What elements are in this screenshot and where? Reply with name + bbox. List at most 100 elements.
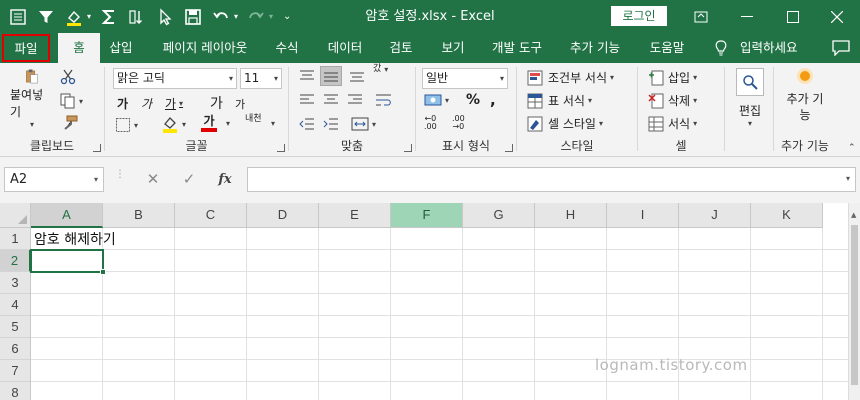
- tab-help[interactable]: 도움말: [640, 33, 694, 63]
- redo-dropdown-icon[interactable]: ▾: [269, 12, 273, 21]
- orientation-button[interactable]: 갔 ▾: [373, 65, 388, 75]
- tab-developer[interactable]: 개발 도구: [484, 33, 550, 63]
- scroll-up-icon[interactable]: ▲: [851, 211, 856, 219]
- align-right-icon[interactable]: [347, 93, 363, 107]
- align-top-icon[interactable]: [299, 69, 315, 83]
- tab-review[interactable]: 검토: [380, 33, 422, 63]
- confirm-entry-icon[interactable]: ✓: [178, 169, 200, 189]
- close-icon[interactable]: [814, 0, 860, 33]
- tab-insert[interactable]: 삽입: [100, 33, 142, 63]
- cell-styles-button[interactable]: 셀 스타일 ▾: [527, 115, 603, 132]
- tab-data[interactable]: 데이터: [318, 33, 372, 63]
- insert-function-button[interactable]: fx: [214, 169, 236, 189]
- increase-decimal-icon[interactable]: ←0.00: [424, 115, 437, 131]
- fill-color-button[interactable]: ▾: [161, 115, 186, 133]
- tell-me-search[interactable]: 입력하세요: [714, 33, 798, 63]
- chevron-down-icon[interactable]: ▾: [226, 119, 230, 128]
- row-header-5[interactable]: 5: [0, 316, 31, 338]
- font-color-button[interactable]: 가: [201, 114, 217, 132]
- undo-dropdown-icon[interactable]: ▾: [234, 12, 238, 21]
- decrease-decimal-icon[interactable]: .00 →0: [452, 115, 465, 131]
- filter-icon[interactable]: [34, 5, 58, 29]
- percent-style-icon[interactable]: %: [466, 92, 480, 108]
- column-header-i[interactable]: I: [607, 203, 679, 228]
- select-all-button[interactable]: [0, 203, 31, 228]
- customize-qat-icon[interactable]: ⌄: [283, 11, 291, 22]
- align-left-icon[interactable]: [299, 93, 315, 107]
- cut-button[interactable]: [60, 69, 76, 85]
- editing-button[interactable]: 편집 ▾: [733, 68, 767, 138]
- column-header-j[interactable]: J: [679, 203, 751, 228]
- tab-page-layout[interactable]: 페이지 레이아웃: [150, 33, 260, 63]
- active-cell-a2[interactable]: [30, 249, 104, 273]
- column-header-d[interactable]: D: [247, 203, 319, 228]
- column-header-f[interactable]: F: [391, 203, 463, 228]
- tab-addins[interactable]: 추가 기능: [562, 33, 628, 63]
- decrease-font-size-button[interactable]: 가: [235, 96, 245, 112]
- delete-cells-button[interactable]: 삭제 ▾: [648, 92, 697, 109]
- fill-handle[interactable]: [100, 269, 106, 275]
- column-header-a[interactable]: A: [31, 203, 103, 228]
- name-box[interactable]: A2 ▾: [4, 167, 104, 192]
- tab-formulas[interactable]: 수식: [266, 33, 308, 63]
- fill-color-icon[interactable]: [62, 5, 86, 29]
- underline-button[interactable]: 가 ▾: [165, 95, 183, 112]
- number-format-select[interactable]: 일반 ▾: [422, 68, 508, 89]
- row-header-2[interactable]: 2: [0, 250, 31, 272]
- tab-home[interactable]: 홈: [58, 33, 100, 63]
- align-bottom-icon[interactable]: [349, 69, 365, 83]
- row-header-3[interactable]: 3: [0, 272, 31, 294]
- chevron-down-icon[interactable]: ▾: [87, 12, 91, 21]
- copy-button[interactable]: ▾: [60, 93, 83, 109]
- cancel-entry-icon[interactable]: ✕: [142, 169, 164, 189]
- redo-icon[interactable]: [244, 5, 268, 29]
- insert-cells-button[interactable]: 삽입 ▾: [648, 69, 697, 86]
- accounting-format-button[interactable]: ▾: [424, 93, 449, 107]
- format-cells-button[interactable]: 서식 ▾: [648, 115, 697, 132]
- chevron-down-icon[interactable]: ▾: [846, 174, 850, 183]
- comma-style-icon[interactable]: ,: [490, 91, 496, 109]
- formula-bar-splitter[interactable]: ⋮: [115, 170, 125, 180]
- column-header-k[interactable]: K: [751, 203, 823, 228]
- save-icon[interactable]: [181, 5, 205, 29]
- collapse-ribbon-icon[interactable]: ⌃: [848, 143, 856, 153]
- italic-button[interactable]: 가: [141, 95, 152, 112]
- chevron-down-icon[interactable]: ▾: [271, 119, 275, 128]
- phonetic-guide-button[interactable]: 내천: [245, 115, 262, 124]
- column-header-g[interactable]: G: [463, 203, 535, 228]
- align-middle-button[interactable]: [320, 66, 342, 86]
- number-dialog-launcher-icon[interactable]: [505, 144, 513, 152]
- row-header-6[interactable]: 6: [0, 338, 31, 360]
- tab-file[interactable]: 파일: [2, 34, 50, 62]
- column-header-b[interactable]: B: [103, 203, 175, 228]
- row-header-4[interactable]: 4: [0, 294, 31, 316]
- maximize-icon[interactable]: [770, 0, 816, 33]
- merge-center-button[interactable]: ▾: [351, 116, 376, 132]
- autosum-icon[interactable]: [97, 5, 121, 29]
- borders-button[interactable]: ▾: [115, 117, 138, 133]
- sort-icon[interactable]: [125, 5, 149, 29]
- increase-indent-icon[interactable]: [323, 117, 339, 131]
- font-dialog-launcher-icon[interactable]: [277, 144, 285, 152]
- cell-a1[interactable]: 암호 해제하기: [34, 229, 116, 251]
- font-name-select[interactable]: 맑은 고딕 ▾: [113, 68, 237, 89]
- scrollbar-thumb[interactable]: [851, 225, 858, 385]
- increase-font-size-button[interactable]: 가: [210, 93, 223, 113]
- addins-button[interactable]: 추가 기능: [774, 71, 836, 123]
- conditional-formatting-button[interactable]: 조건부 서식 ▾: [527, 69, 614, 86]
- row-header-7[interactable]: 7: [0, 360, 31, 382]
- login-button[interactable]: 로그인: [611, 6, 667, 26]
- clipboard-dialog-launcher-icon[interactable]: [93, 144, 101, 152]
- ribbon-display-options-icon[interactable]: [678, 0, 724, 33]
- form-icon[interactable]: [6, 5, 30, 29]
- column-header-e[interactable]: E: [319, 203, 391, 228]
- vertical-scrollbar[interactable]: ▲: [848, 203, 860, 400]
- bold-button[interactable]: 가: [117, 95, 128, 112]
- formula-input[interactable]: ▾: [247, 167, 856, 192]
- row-header-1[interactable]: 1: [0, 228, 31, 250]
- select-pointer-icon[interactable]: [153, 5, 177, 29]
- font-size-select[interactable]: 11 ▾: [240, 68, 282, 89]
- tab-view[interactable]: 보기: [432, 33, 474, 63]
- paste-button[interactable]: 붙여넣기 ▾: [10, 69, 54, 129]
- minimize-icon[interactable]: [724, 0, 770, 33]
